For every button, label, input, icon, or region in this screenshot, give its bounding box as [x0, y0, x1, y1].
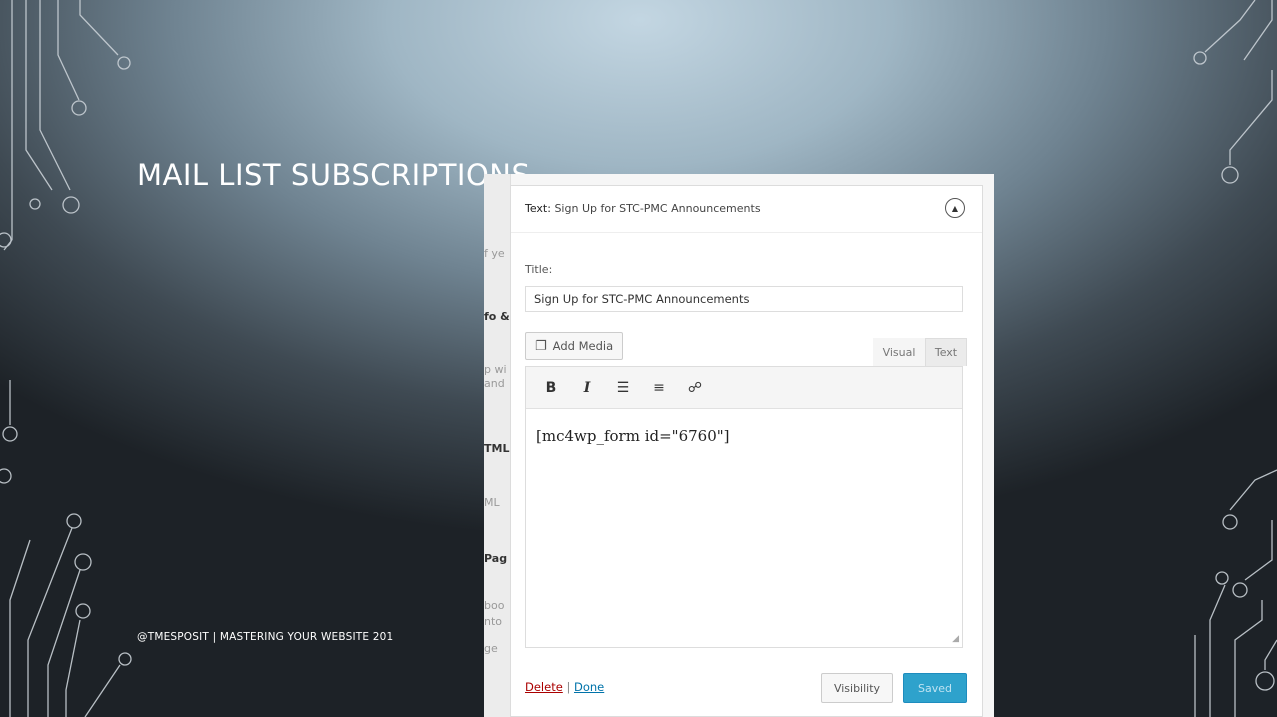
title-label: Title: — [525, 263, 553, 276]
link-separator: | — [566, 680, 571, 694]
background-fragment: and — [484, 377, 505, 390]
bold-icon[interactable]: B — [540, 380, 562, 396]
italic-icon[interactable]: I — [576, 380, 598, 396]
media-icon: ❐ — [535, 338, 547, 354]
background-fragment: fo & — [484, 310, 510, 323]
slide: MAIL LIST SUBSCRIPTIONS f ye fo & p wi a… — [0, 0, 1277, 717]
tab-text[interactable]: Text — [925, 338, 967, 366]
link-icon[interactable]: ☍ — [684, 380, 706, 396]
add-media-button[interactable]: ❐ Add Media — [525, 332, 624, 360]
background-fragment: Pag — [484, 552, 508, 565]
add-media-label: Add Media — [552, 339, 614, 353]
background-fragment: boo — [484, 599, 505, 612]
slide-footer: @TMESPOSIT | MASTERING YOUR WEBSITE 201 — [137, 631, 394, 643]
editor-toolbar: B I ☰ ≡ ☍ — [526, 367, 962, 409]
widget-header[interactable]: Text: Sign Up for STC-PMC Announcements … — [511, 186, 982, 233]
resize-handle-icon[interactable]: ◢ — [952, 634, 959, 644]
tab-visual[interactable]: Visual — [873, 338, 925, 366]
bulleted-list-icon[interactable]: ☰ — [612, 380, 634, 396]
saved-button[interactable]: Saved — [903, 673, 967, 703]
widget-name: Sign Up for STC-PMC Announcements — [554, 202, 761, 215]
background-fragment: ge — [484, 642, 498, 655]
slide-title: MAIL LIST SUBSCRIPTIONS — [137, 158, 531, 192]
background-fragment: p wi — [484, 363, 507, 376]
background-fragment: f ye — [484, 247, 505, 260]
background-fragment: TML — [484, 442, 510, 455]
widget-header-title: Text: Sign Up for STC-PMC Announcements — [525, 202, 761, 215]
background-fragment: nto — [484, 615, 503, 628]
editor-content[interactable]: [mc4wp_form id="6760"] — [536, 427, 730, 445]
background-admin-strip: f ye fo & p wi and TML ML Pag boo nto ge — [484, 174, 511, 717]
visibility-button[interactable]: Visibility — [821, 673, 893, 703]
widget-type-label: Text: — [525, 202, 551, 215]
numbered-list-icon[interactable]: ≡ — [648, 380, 670, 396]
text-widget: Text: Sign Up for STC-PMC Announcements … — [510, 185, 983, 717]
title-input[interactable] — [525, 286, 963, 312]
background-fragment: ML — [484, 496, 500, 509]
widget-screenshot: f ye fo & p wi and TML ML Pag boo nto ge… — [484, 174, 994, 717]
collapse-toggle-icon[interactable]: ▲ — [945, 198, 965, 218]
widget-footer-links: Delete | Done — [525, 680, 604, 694]
delete-link[interactable]: Delete — [525, 680, 563, 694]
editor: B I ☰ ≡ ☍ [mc4wp_form id="6760"] ◢ — [525, 366, 963, 648]
done-link[interactable]: Done — [574, 680, 604, 694]
